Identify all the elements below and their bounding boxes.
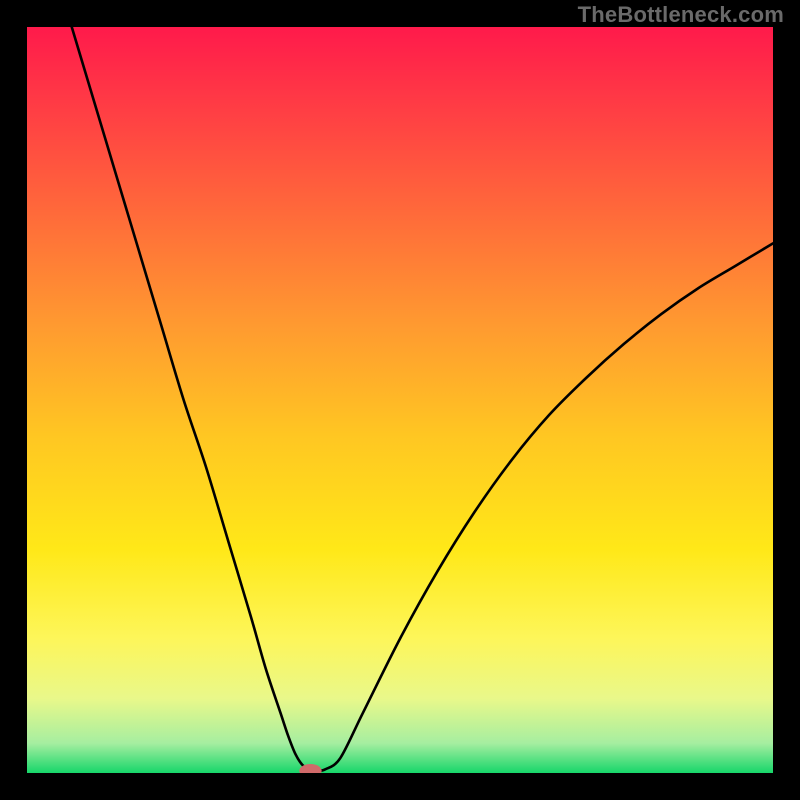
watermark-text: TheBottleneck.com	[578, 2, 784, 28]
chart-frame: TheBottleneck.com	[0, 0, 800, 800]
curve-layer	[27, 27, 773, 773]
bottleneck-curve	[72, 27, 773, 771]
plot-area	[27, 27, 773, 773]
